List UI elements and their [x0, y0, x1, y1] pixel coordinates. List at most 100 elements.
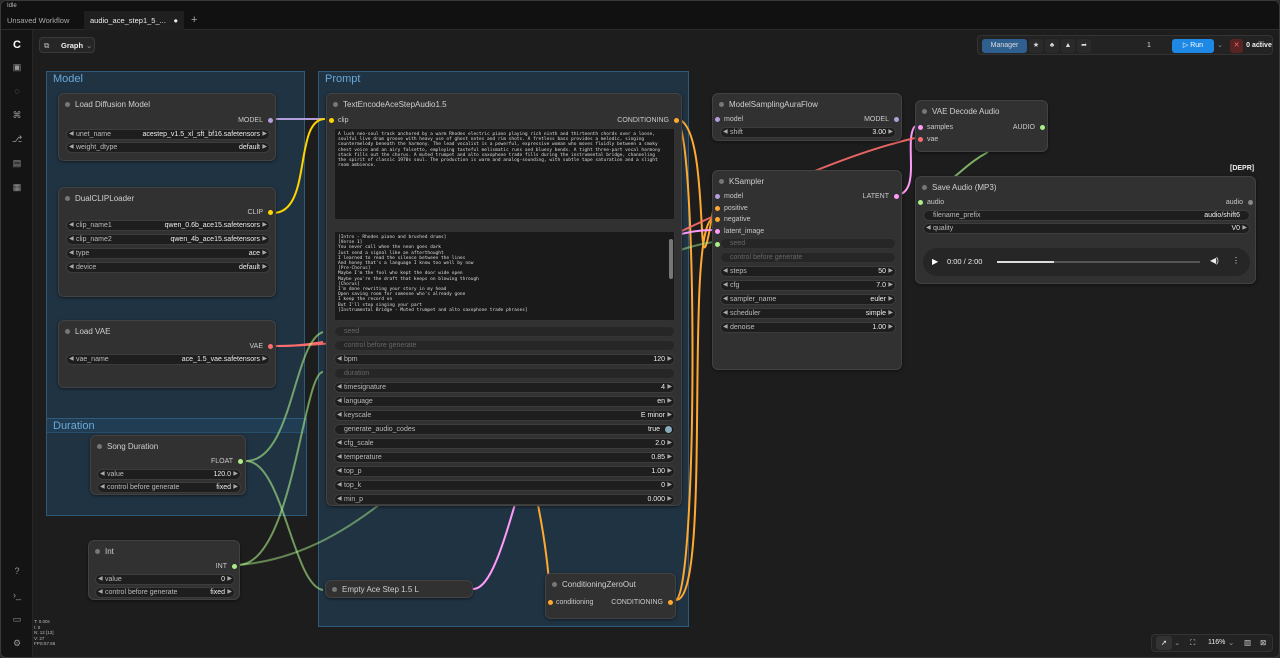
- vae-name-widget[interactable]: ◀ vae_name ace_1.5_vae.safetensors ▶: [66, 354, 270, 365]
- comfy-logo-icon[interactable]: C: [10, 38, 24, 52]
- node-load-diffusion-model[interactable]: Load Diffusion Model MODEL ◀ unet_name ace…: [58, 93, 276, 161]
- input-model-slot[interactable]: [715, 117, 720, 122]
- node-title: Save Audio (MP3): [932, 183, 997, 192]
- tab-unsaved-workflow[interactable]: Unsaved Workflow: [1, 11, 83, 30]
- device-widget[interactable]: ◀ device default ▶: [66, 262, 270, 273]
- node-text-encode-ace-step[interactable]: TextEncodeAceStepAudio1.5 clip CONDITION…: [326, 93, 682, 506]
- clip-name1-widget[interactable]: ◀ clip_name1 qwen_0.6b_ace15.safetensors ▶: [66, 220, 270, 231]
- min-p-widget[interactable]: ◀ min_p 0.000 ▶: [334, 494, 675, 505]
- unet-name-widget[interactable]: ◀ unet_name acestep_v1.5_xl_sft_bf16.safet…: [66, 129, 270, 140]
- graph-canvas[interactable]: ⧉ Graph ⌄ Manager ★ ♣ ▲ ➦ 1 ▷ Run ⌄ ✕ 0 …: [33, 30, 1279, 657]
- lyrics-scrollbar[interactable]: [669, 239, 673, 279]
- widget-label: cfg_scale: [344, 440, 374, 447]
- node-int[interactable]: Int INT ◀ value 0 ▶ ◀ control before generat…: [88, 540, 240, 600]
- node-conditioning-zero-out[interactable]: ConditioningZeroOut conditioning CONDITI…: [545, 573, 676, 619]
- node-song-duration[interactable]: Song Duration FLOAT ◀ value 120.0 ▶ ◀ contro…: [90, 435, 246, 495]
- input-positive-slot[interactable]: [715, 206, 720, 211]
- lyrics-textarea[interactable]: [Intro - Rhodes piano and brushed drums]…: [334, 231, 675, 321]
- node-ksampler[interactable]: KSampler model positive negative latent_…: [712, 170, 902, 370]
- more-options-icon[interactable]: ⋮: [1232, 256, 1240, 265]
- node-empty-ace-step-latent[interactable]: Empty Ace Step 1.5 L: [325, 580, 473, 598]
- link-visibility-icon[interactable]: ⊠: [1260, 638, 1266, 647]
- language-widget[interactable]: ◀ language en ▶: [334, 396, 675, 407]
- terminal-icon[interactable]: ›_: [10, 588, 24, 602]
- bpm-widget[interactable]: ◀ bpm 120 ▶: [334, 354, 675, 365]
- output-audio-slot[interactable]: [1040, 125, 1045, 130]
- zoom-level[interactable]: 116%: [1208, 639, 1225, 646]
- node-vae-decode-audio[interactable]: VAE Decode Audio samples vae AUDIO: [915, 100, 1048, 152]
- templates-icon[interactable]: ▦: [10, 180, 24, 194]
- type-widget[interactable]: ◀ type ace ▶: [66, 248, 270, 259]
- help-icon[interactable]: ?: [10, 564, 24, 578]
- node-title: DualCLIPLoader: [75, 194, 135, 203]
- temperature-widget[interactable]: ◀ temperature 0.85 ▶: [334, 452, 675, 463]
- output-conditioning-slot[interactable]: [674, 118, 679, 123]
- clip-name2-widget[interactable]: ◀ clip_name2 qwen_4b_ace15.safetensors ▶: [66, 234, 270, 245]
- output-float-slot[interactable]: [238, 459, 243, 464]
- input-samples-slot[interactable]: [918, 125, 923, 130]
- steps-widget[interactable]: ◀ steps 50 ▶: [720, 266, 896, 277]
- cfg-scale-widget[interactable]: ◀ cfg_scale 2.0 ▶: [334, 438, 675, 449]
- output-model-slot[interactable]: [268, 118, 273, 123]
- node-load-vae[interactable]: Load VAE VAE ◀ vae_name ace_1.5_vae.safete…: [58, 320, 276, 388]
- chevron-down-icon[interactable]: ⌄: [1174, 638, 1180, 647]
- top-k-widget[interactable]: ◀ top_k 0 ▶: [334, 480, 675, 491]
- value-widget[interactable]: ◀ value 0 ▶: [95, 574, 235, 585]
- denoise-widget[interactable]: ◀ denoise 1.00 ▶: [720, 322, 896, 333]
- node-model-sampling-aura-flow[interactable]: ModelSamplingAuraFlow model MODEL ◀ shift…: [712, 93, 902, 141]
- widget-label: shift: [730, 129, 743, 136]
- workflows-icon[interactable]: ▤: [10, 156, 24, 170]
- output-int-slot[interactable]: [232, 564, 237, 569]
- output-audio-slot[interactable]: [1248, 200, 1253, 205]
- input-audio-slot[interactable]: [918, 200, 923, 205]
- model-library-icon[interactable]: ⎇: [10, 132, 24, 146]
- new-tab-button[interactable]: +: [185, 11, 201, 30]
- node-title: TextEncodeAceStepAudio1.5: [343, 100, 447, 109]
- input-model-slot[interactable]: [715, 194, 720, 199]
- keyscale-widget[interactable]: ◀ keyscale E minor ▶: [334, 410, 675, 421]
- console-icon[interactable]: ▭: [10, 612, 24, 626]
- node-library-icon[interactable]: ⌘: [10, 108, 24, 122]
- output-vae-slot[interactable]: [268, 344, 273, 349]
- output-model-slot[interactable]: [894, 117, 899, 122]
- output-conditioning-slot[interactable]: [668, 600, 673, 605]
- settings-gear-icon[interactable]: ⚙: [10, 636, 24, 650]
- output-clip-slot[interactable]: [268, 210, 273, 215]
- scheduler-widget[interactable]: ◀ scheduler simple ▶: [720, 308, 896, 319]
- quality-widget[interactable]: ◀ quality V0 ▶: [923, 223, 1250, 234]
- queue-icon[interactable]: ◌: [10, 84, 24, 98]
- control-widget[interactable]: ◀ control before generate fixed ▶: [95, 587, 235, 598]
- tags-textarea[interactable]: A lush neo-soul track anchored by a warm…: [334, 128, 675, 220]
- play-icon[interactable]: ▶: [932, 257, 938, 266]
- tab-audio-ace-step[interactable]: audio_ace_step1_5_... ●: [84, 11, 184, 30]
- timesignature-widget[interactable]: ◀ timesignature 4 ▶: [334, 382, 675, 393]
- images-icon[interactable]: ▣: [10, 60, 24, 74]
- top-p-widget[interactable]: ◀ top_p 1.00 ▶: [334, 466, 675, 477]
- volume-icon[interactable]: ◀): [1210, 256, 1219, 265]
- widget-value: true: [647, 426, 660, 433]
- input-vae-slot[interactable]: [918, 137, 923, 142]
- app-window: Idle Unsaved Workflow audio_ace_step1_5_…: [0, 0, 1280, 658]
- shift-widget[interactable]: ◀ shift 3.00 ▶: [720, 127, 896, 138]
- input-latent-slot[interactable]: [715, 229, 720, 234]
- node-status-dot: [333, 102, 338, 107]
- weight-dtype-widget[interactable]: ◀ weight_dtype default ▶: [66, 142, 270, 153]
- node-save-audio-mp3[interactable]: Save Audio (MP3) audio audio filename_pr…: [915, 176, 1256, 284]
- input-clip-slot[interactable]: [329, 118, 334, 123]
- value-widget[interactable]: ◀ value 120.0 ▶: [97, 469, 241, 480]
- sampler-name-widget[interactable]: ◀ sampler_name euler ▶: [720, 294, 896, 305]
- control-widget[interactable]: ◀ control before generate fixed ▶: [97, 482, 241, 493]
- cfg-widget[interactable]: ◀ cfg 7.0 ▶: [720, 280, 896, 291]
- control-widget: control before generate: [334, 340, 675, 351]
- chevron-down-icon[interactable]: ⌄: [1228, 638, 1234, 647]
- minimap-icon[interactable]: ▥: [1244, 638, 1251, 647]
- input-negative-slot[interactable]: [715, 217, 720, 222]
- fit-view-icon[interactable]: ⛶: [1190, 638, 1195, 648]
- pointer-icon[interactable]: ➚: [1156, 636, 1172, 650]
- audio-progress-track[interactable]: [997, 261, 1200, 263]
- output-latent-slot[interactable]: [894, 194, 899, 199]
- filename-prefix-input[interactable]: filename_prefix audio/shift6: [923, 210, 1250, 221]
- generate-audio-codes-toggle[interactable]: generate_audio_codes true: [334, 424, 675, 435]
- input-conditioning-slot[interactable]: [548, 600, 553, 605]
- node-dual-clip-loader[interactable]: DualCLIPLoader CLIP ◀ clip_name1 qwen_0.6b…: [58, 187, 276, 297]
